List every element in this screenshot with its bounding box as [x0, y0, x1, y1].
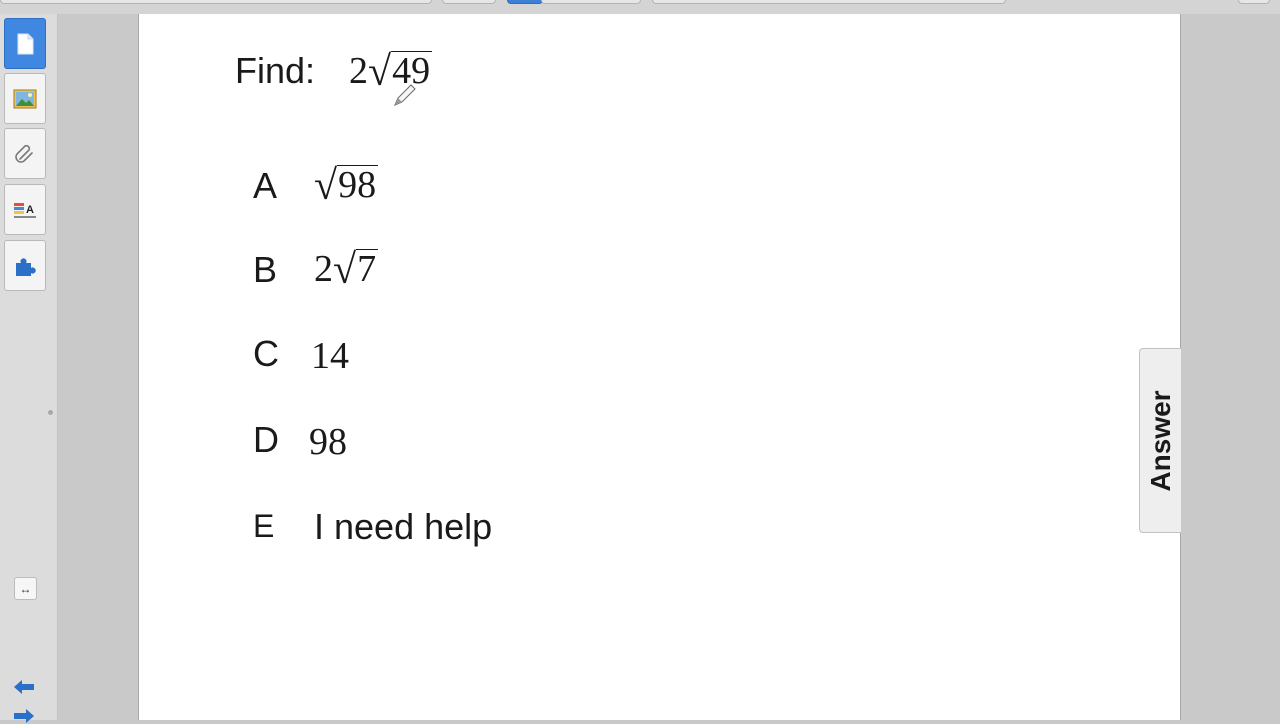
option-a-radicand: 98 — [337, 164, 379, 206]
workspace-left-gutter — [58, 14, 138, 720]
option-a-value[interactable]: √98 — [314, 160, 379, 209]
properties-icon: A — [14, 202, 36, 218]
option-e-letter: E — [253, 508, 275, 544]
pen-cursor-icon — [394, 84, 416, 106]
side-tab-bar: A ↔ — [0, 14, 58, 723]
expand-arrows-icon: ↔ — [19, 581, 32, 596]
option-e-value[interactable]: I need help — [314, 506, 492, 548]
answer-tab-label: Answer — [1144, 389, 1176, 492]
add-ons-icon — [16, 257, 36, 276]
option-b-radicand: 7 — [356, 248, 379, 290]
previous-page-arrow-icon[interactable] — [12, 679, 36, 695]
toolbar-group-3[interactable] — [541, 0, 641, 4]
sidebar-resize-handle[interactable] — [48, 410, 53, 415]
option-b-value[interactable]: 2√7 — [314, 244, 379, 293]
gallery-icon — [13, 89, 37, 108]
toolbar-group-5[interactable] — [1238, 0, 1270, 4]
attachments-tab[interactable] — [4, 128, 46, 179]
option-b-radical: √7 — [333, 244, 379, 293]
svg-text:A: A — [26, 204, 34, 216]
answer-tab[interactable]: Answer — [1139, 348, 1181, 533]
page-sorter-tab[interactable] — [4, 18, 46, 69]
next-page-arrow-icon[interactable] — [12, 708, 36, 724]
find-label: Find: — [235, 50, 316, 91]
option-c-value[interactable]: 14 — [311, 334, 349, 378]
question-coefficient: 2 — [349, 50, 368, 92]
toolbar-group-2[interactable] — [442, 0, 496, 4]
top-toolbar — [0, 0, 1280, 14]
radical-sign: √ — [314, 163, 338, 209]
page-sorter-icon — [17, 33, 34, 54]
option-a-letter: A — [253, 165, 278, 206]
option-d-value[interactable]: 98 — [309, 420, 347, 464]
option-d-letter: D — [253, 419, 279, 460]
option-c-letter: C — [253, 333, 279, 374]
radical-sign: √ — [333, 247, 357, 293]
add-ons-tab[interactable] — [4, 240, 46, 291]
gallery-tab[interactable] — [4, 73, 46, 124]
notebook-page[interactable]: Find: 2√49 A √98 B 2√7 C 14 D 98 E I nee… — [138, 14, 1181, 720]
toolbar-active-tool[interactable] — [507, 0, 543, 4]
attachments-icon — [15, 144, 33, 163]
option-b-coefficient: 2 — [314, 248, 333, 290]
option-a-radical: √98 — [314, 160, 379, 209]
sidebar-toggle-button[interactable]: ↔ — [14, 577, 37, 600]
toolbar-group-1[interactable] — [0, 0, 432, 4]
option-b-letter: B — [253, 249, 278, 290]
radical-sign: √ — [368, 49, 392, 95]
question-expression: 2√49 — [349, 46, 433, 95]
properties-tab[interactable]: A — [4, 184, 46, 235]
workspace-right-gutter — [1181, 14, 1280, 720]
toolbar-group-4[interactable] — [652, 0, 1006, 4]
